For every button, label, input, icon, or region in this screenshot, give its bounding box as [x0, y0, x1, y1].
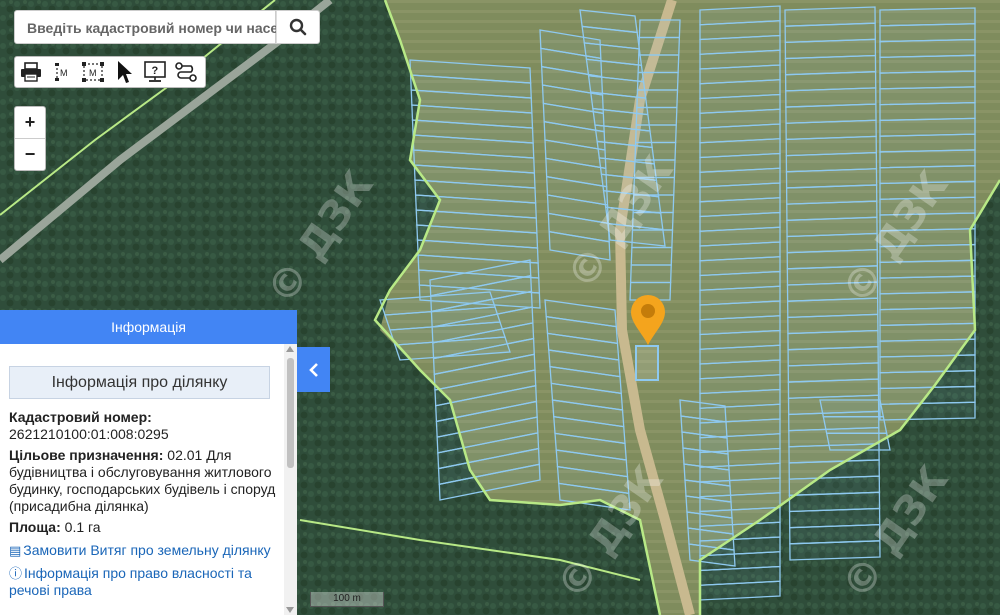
- parcel[interactable]: [879, 180, 976, 200]
- order-extract-link[interactable]: ▤ Замовити Витяг про земельну ділянку: [9, 542, 277, 559]
- parcel[interactable]: [879, 243, 976, 263]
- parcel[interactable]: [879, 86, 976, 106]
- printer-icon: [20, 62, 41, 82]
- scroll-thumb[interactable]: [287, 358, 294, 468]
- chevron-left-icon: [308, 362, 318, 377]
- parcel[interactable]: [879, 306, 976, 327]
- parcel[interactable]: [635, 106, 678, 126]
- route-button[interactable]: [170, 57, 201, 87]
- parcel[interactable]: [633, 159, 676, 179]
- help-icon: ?: [143, 61, 166, 82]
- search-icon: [289, 18, 307, 36]
- zoom-out-button[interactable]: −: [15, 138, 45, 170]
- zoom-control: + −: [14, 106, 46, 171]
- parcel[interactable]: [631, 229, 674, 249]
- info-panel-body: Інформація про ділянку Кадастровий номер…: [0, 344, 284, 615]
- parcel[interactable]: [879, 212, 976, 232]
- ownership-info-link[interactable]: ⓘ Інформація про право власності та речов…: [9, 565, 277, 599]
- parcel[interactable]: [822, 416, 888, 434]
- info-panel: Інформація Інформація про ділянку Кадаст…: [0, 310, 297, 615]
- parcel[interactable]: [634, 124, 677, 144]
- parcel[interactable]: [632, 194, 675, 214]
- scroll-up-icon[interactable]: [286, 346, 294, 352]
- zoom-in-button[interactable]: +: [15, 107, 45, 138]
- parcel[interactable]: [879, 54, 976, 74]
- purpose-label: Цільове призначення:: [9, 447, 164, 463]
- measure-distance-button[interactable]: M: [46, 57, 77, 87]
- parcel[interactable]: [879, 117, 976, 137]
- parcel[interactable]: [879, 275, 976, 295]
- scale-bar: 100 m: [310, 592, 384, 607]
- parcel[interactable]: [631, 211, 674, 231]
- search-box: [14, 10, 279, 44]
- parcel[interactable]: [879, 165, 976, 185]
- cadastral-number-label: Кадастровий номер:: [9, 409, 152, 425]
- measure-area-icon: M: [81, 62, 104, 82]
- parcel[interactable]: [879, 196, 976, 216]
- parcel[interactable]: [879, 322, 976, 342]
- parcel[interactable]: [879, 291, 976, 311]
- info-panel-header: Інформація: [0, 310, 297, 344]
- info-icon: ⓘ: [9, 566, 23, 581]
- cadastral-number-value: 2621210100:01:008:0295: [9, 426, 169, 442]
- parcel[interactable]: [637, 54, 680, 74]
- parcel[interactable]: [819, 399, 885, 418]
- svg-text:M: M: [89, 68, 97, 78]
- parcel[interactable]: [879, 23, 976, 43]
- print-button[interactable]: [15, 57, 46, 87]
- parcel[interactable]: [789, 540, 881, 561]
- parcel[interactable]: [879, 401, 976, 421]
- parcel[interactable]: [636, 89, 679, 109]
- parcel[interactable]: [629, 264, 672, 284]
- parcel[interactable]: [634, 141, 677, 161]
- parcel[interactable]: [879, 101, 976, 122]
- parcel[interactable]: [879, 38, 976, 58]
- selected-parcel[interactable]: [635, 345, 659, 381]
- help-button[interactable]: ?: [139, 57, 170, 87]
- ownership-info-label: Інформація про право власності та речові…: [9, 565, 252, 598]
- parcel[interactable]: [879, 370, 976, 390]
- cursor-icon: [117, 61, 132, 83]
- area-value: 0.1 га: [60, 519, 101, 535]
- route-icon: [174, 62, 197, 82]
- parcel[interactable]: [630, 246, 673, 266]
- parcel[interactable]: [636, 71, 679, 91]
- svg-text:M: M: [60, 68, 68, 78]
- parcel[interactable]: [879, 354, 976, 374]
- parcel[interactable]: [638, 19, 681, 39]
- parcel-info-title: Інформація про ділянку: [9, 366, 270, 399]
- map-toolbar: M M ?: [14, 56, 206, 88]
- order-extract-label: Замовити Витяг про земельну ділянку: [23, 542, 271, 558]
- select-cursor-button[interactable]: [108, 57, 139, 87]
- collapse-panel-button[interactable]: [297, 347, 330, 392]
- parcel[interactable]: [699, 580, 781, 601]
- parcel[interactable]: [638, 36, 681, 56]
- parcel[interactable]: [879, 70, 976, 90]
- parcel-info: Кадастровий номер: 2621210100:01:008:029…: [9, 409, 277, 599]
- svg-text:?: ?: [151, 65, 158, 77]
- parcel[interactable]: [879, 259, 976, 279]
- parcel[interactable]: [879, 228, 976, 248]
- measure-area-button[interactable]: M: [77, 57, 108, 87]
- area-label: Площа:: [9, 519, 61, 535]
- measure-distance-icon: M: [54, 63, 68, 81]
- document-icon: ▤: [9, 543, 22, 558]
- search-input[interactable]: [25, 12, 279, 44]
- parcel[interactable]: [879, 133, 976, 153]
- parcel[interactable]: [879, 7, 976, 27]
- scroll-down-icon[interactable]: [286, 607, 294, 613]
- panel-scrollbar[interactable]: [284, 344, 297, 615]
- parcel[interactable]: [633, 176, 676, 196]
- search-button[interactable]: [276, 10, 320, 44]
- parcel[interactable]: [879, 149, 976, 169]
